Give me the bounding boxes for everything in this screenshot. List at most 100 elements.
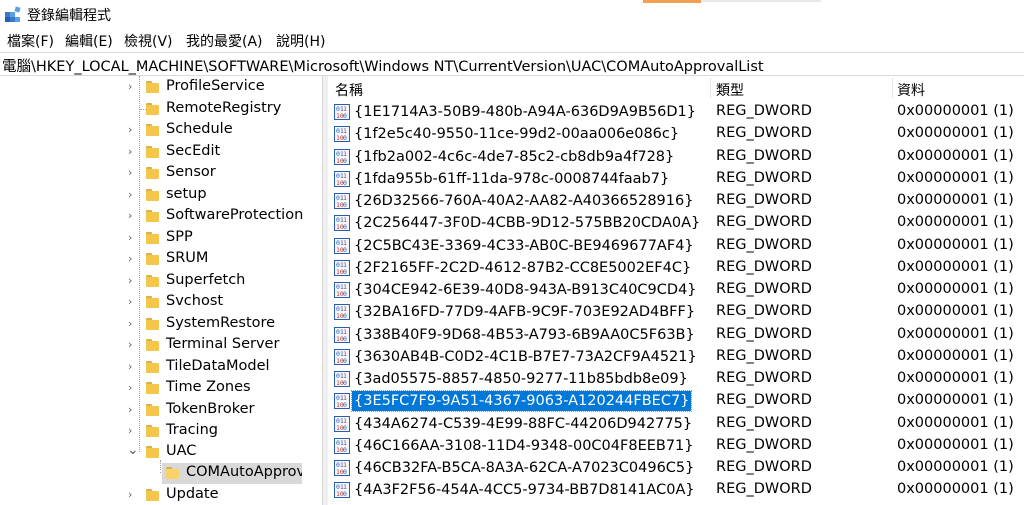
expand-chevron-icon[interactable]: › <box>128 145 138 159</box>
tree-item-uac[interactable]: ⌄ UAC <box>0 442 322 463</box>
expand-chevron-icon[interactable]: › <box>128 123 138 137</box>
expand-chevron-icon[interactable]: › <box>128 424 138 438</box>
value-name: {1f2e5c40-9550-11ce-99d2-00aa006e086c} <box>354 126 680 143</box>
tree-item-tracing[interactable]: › Tracing <box>0 421 322 442</box>
tree-item-label: RemoteRegistry <box>166 100 282 116</box>
tree-item-secedit[interactable]: › SecEdit <box>0 142 322 163</box>
value-name: {2C256447-3F0D-4CBB-9D12-575BB20CDA0A} <box>354 215 701 232</box>
value-row[interactable]: 01 10 1 0 {304CE942-6E39-40D8-943A-B913C40C9… <box>328 279 1024 301</box>
column-divider[interactable] <box>710 78 711 98</box>
tree-item-tokenbroker[interactable]: › TokenBroker <box>0 400 322 421</box>
expand-chevron-icon[interactable]: › <box>128 381 138 395</box>
value-row[interactable]: 01 10 1 0 {338B40F9-9D68-4B53-A793-6B9AA0C5F… <box>328 324 1024 346</box>
menu-edit[interactable]: 編輯(E) <box>65 31 113 51</box>
collapse-chevron-icon[interactable]: ⌄ <box>127 442 139 458</box>
value-name: {3ad05575-8857-4850-9277-11b85bdb8e09} <box>354 371 688 387</box>
value-row[interactable]: 01 10 1 0 {1fda955b-61ff-11da-978c-0008744fa… <box>328 168 1024 190</box>
expand-chevron-icon[interactable]: › <box>128 488 138 502</box>
expand-chevron-icon[interactable]: › <box>128 80 138 94</box>
expand-chevron-icon[interactable]: › <box>128 166 138 180</box>
column-name[interactable]: 名稱 <box>335 80 363 100</box>
value-row[interactable]: 01 10 1 0 {1E1714A3-50B9-480b-A94A-636D9A9B5… <box>328 101 1024 123</box>
value-type: REG_DWORD <box>716 392 812 409</box>
reg-binary-value-icon: 011010 <box>334 304 350 321</box>
tree-item-softwareprotection[interactable]: › SoftwareProtection <box>0 206 322 227</box>
value-row[interactable]: 01 10 1 0 {1f2e5c40-9550-11ce-99d2-00aa006e0… <box>328 123 1024 145</box>
tree-item-label: ProfileService <box>166 78 265 94</box>
tree-item-superfetch[interactable]: › Superfetch <box>0 271 322 292</box>
value-name: {4A3F2F56-454A-4CC5-9734-BB7D8141AC0A} <box>354 482 695 499</box>
value-data: 0x00000001 (1) <box>897 125 1014 142</box>
menu-bar: 檔案(F) 編輯(E) 檢視(V) 我的最愛(A) 說明(H) <box>0 28 1024 52</box>
value-row[interactable]: 01 10 1 0 {1fb2a002-4c6c-4de7-85c2-cb8db9a4f… <box>328 146 1024 168</box>
expand-chevron-icon[interactable]: › <box>128 317 138 331</box>
svg-text:0: 0 <box>343 223 347 231</box>
tree-item-schedule[interactable]: › Schedule <box>0 120 322 141</box>
column-divider[interactable] <box>892 78 893 98</box>
registry-tree[interactable]: › ProfileService RemoteRegistry › Schedu… <box>0 76 322 505</box>
value-row[interactable]: 01 10 1 0 {46C166AA-3108-11D4-9348-00C04F8EE… <box>328 435 1024 457</box>
tree-item-tiledatamodel[interactable]: › TileDataModel <box>0 357 322 378</box>
column-data[interactable]: 資料 <box>897 80 925 100</box>
address-bar[interactable]: 電腦\HKEY_LOCAL_MACHINE\SOFTWARE\Microsoft… <box>0 52 1024 76</box>
title-accent-light <box>701 0 821 2</box>
reg-binary-value-icon: 011010 <box>334 104 350 120</box>
reg-binary-value-icon: 011010 <box>334 193 350 209</box>
value-type: REG_DWORD <box>716 370 812 386</box>
expand-chevron-icon[interactable]: › <box>128 252 138 266</box>
value-row[interactable]: 01 10 1 0 {32BA16FD-77D9-4AFB-9C9F-703E92AD4… <box>328 301 1024 323</box>
value-row[interactable]: 01 10 1 0 {3E5FC7F9-9A51-4367-9063-A120244FB… <box>328 390 1024 413</box>
tree-item-label: TokenBroker <box>166 401 255 417</box>
folder-icon <box>146 382 159 394</box>
value-type: REG_DWORD <box>716 103 812 119</box>
tree-item-update[interactable]: › Update <box>0 485 322 505</box>
tree-item-comautoapprovallist[interactable]: COMAutoApprovalList <box>162 463 302 484</box>
menu-help[interactable]: 說明(H) <box>276 31 325 51</box>
menu-favorites[interactable]: 我的最愛(A) <box>186 31 263 51</box>
expand-chevron-icon[interactable]: › <box>128 360 138 374</box>
tree-item-label: Terminal Server <box>166 336 280 352</box>
expand-chevron-icon[interactable]: › <box>128 231 138 245</box>
value-row[interactable]: 01 10 1 0 {4A3F2F56-454A-4CC5-9734-BB7D8141A… <box>328 479 1024 501</box>
value-data: 0x00000001 (1) <box>897 147 1014 164</box>
tree-item-svchost[interactable]: › Svchost <box>0 292 322 313</box>
column-type[interactable]: 類型 <box>716 80 744 100</box>
value-name: {46CB32FA-B5CA-8A3A-62CA-A7023C0496C5} <box>354 460 695 476</box>
value-row[interactable]: 01 10 1 0 {26D32566-760A-40A2-AA82-A40366528… <box>328 190 1024 212</box>
expand-chevron-icon[interactable]: › <box>128 403 138 417</box>
registry-editor-icon <box>5 6 21 22</box>
value-row[interactable]: 01 10 1 0 {2C5BC43E-3369-4C33-AB0C-BE9469677… <box>328 235 1024 257</box>
expand-chevron-icon[interactable]: › <box>128 209 138 223</box>
menu-view[interactable]: 檢視(V) <box>124 31 173 51</box>
expand-chevron-icon[interactable]: › <box>128 295 138 309</box>
values-list[interactable]: 名稱 類型 資料 01 10 1 0 {1E1714A3-50B9-480b-A94A-… <box>328 76 1024 505</box>
value-row[interactable]: 01 10 1 0 {3630AB4B-C0D2-4C1B-B7E7-73A2CF9A4… <box>328 346 1024 368</box>
menu-file[interactable]: 檔案(F) <box>7 31 54 51</box>
folder-icon <box>146 81 159 93</box>
tree-item-sensor[interactable]: › Sensor <box>0 163 322 184</box>
tree-item-spp[interactable]: › SPP <box>0 228 322 249</box>
value-row[interactable]: 01 10 1 0 {434A6274-C539-4E99-88FC-44206D942… <box>328 413 1024 435</box>
folder-icon <box>146 339 159 351</box>
tree-item-systemrestore[interactable]: › SystemRestore <box>0 314 322 335</box>
value-type: REG_DWORD <box>716 169 812 186</box>
reg-binary-value-icon: 011010 <box>334 237 350 254</box>
expand-chevron-icon[interactable]: › <box>128 188 138 202</box>
tree-item-terminal-server[interactable]: › Terminal Server <box>0 335 322 356</box>
expand-chevron-icon[interactable]: › <box>128 338 138 352</box>
tree-item-setup[interactable]: › setup <box>0 185 322 206</box>
tree-item-time-zones[interactable]: › Time Zones <box>0 378 322 399</box>
tree-item-profileservice[interactable]: › ProfileService <box>0 77 322 98</box>
svg-text:0: 0 <box>343 379 347 387</box>
folder-icon <box>146 296 159 308</box>
svg-text:0: 0 <box>343 312 347 320</box>
address-path[interactable]: 電腦\HKEY_LOCAL_MACHINE\SOFTWARE\Microsoft… <box>2 55 764 76</box>
folder-icon <box>146 210 159 222</box>
expand-chevron-icon[interactable]: › <box>128 274 138 288</box>
value-row[interactable]: 01 10 1 0 {3ad05575-8857-4850-9277-11b85bdb8… <box>328 368 1024 390</box>
value-row[interactable]: 01 10 1 0 {2C256447-3F0D-4CBB-9D12-575BB20CD… <box>328 212 1024 234</box>
value-row[interactable]: 01 10 1 0 {2F2165FF-2C2D-4612-87B2-CC8E5002E… <box>328 257 1024 279</box>
value-row[interactable]: 01 10 1 0 {46CB32FA-B5CA-8A3A-62CA-A7023C049… <box>328 457 1024 479</box>
tree-item-srum[interactable]: › SRUM <box>0 249 322 270</box>
tree-item-remoteregistry[interactable]: RemoteRegistry <box>0 99 322 120</box>
